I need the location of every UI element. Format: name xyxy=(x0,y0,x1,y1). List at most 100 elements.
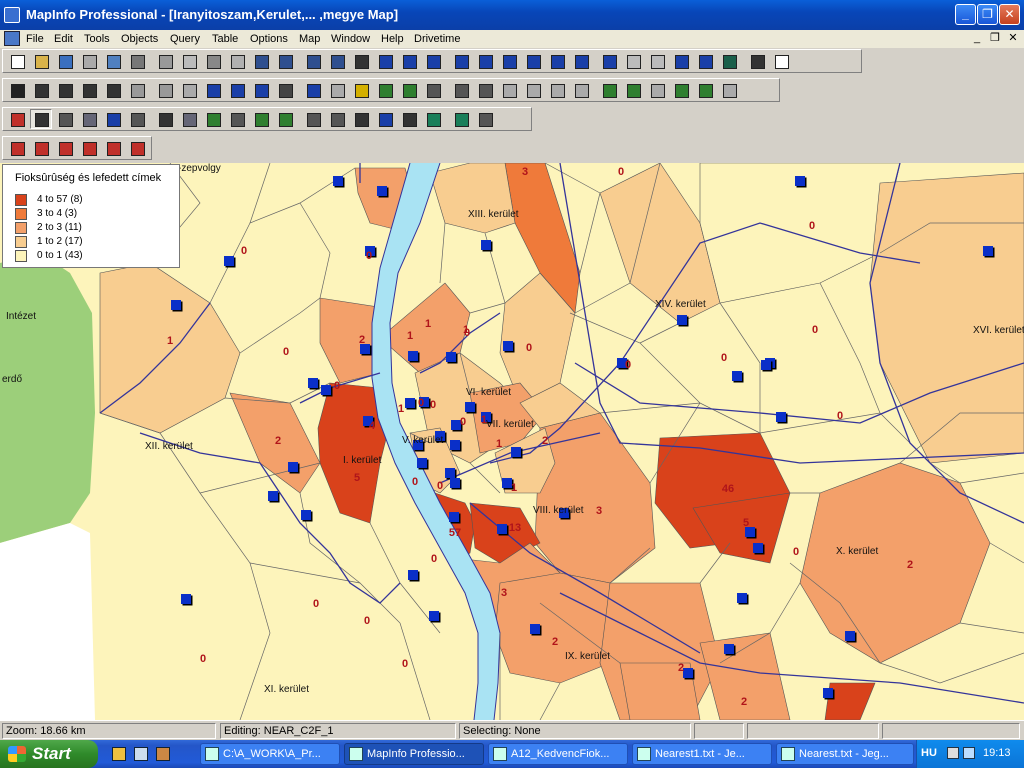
arc-icon[interactable] xyxy=(474,51,496,71)
info-tool-icon[interactable] xyxy=(102,109,124,129)
graph-select-icon[interactable] xyxy=(178,80,200,100)
overlay-icon[interactable] xyxy=(694,80,716,100)
menu-table[interactable]: Table xyxy=(210,31,240,47)
reshape-icon[interactable] xyxy=(646,51,668,71)
menu-edit[interactable]: Edit xyxy=(52,31,75,47)
quicklaunch-explorer-icon[interactable] xyxy=(112,747,126,761)
status-editing[interactable]: Editing: NEAR_C2F_1 xyxy=(220,723,456,739)
menu-options[interactable]: Options xyxy=(248,31,290,47)
new-graph-icon[interactable] xyxy=(326,51,348,71)
cosmetic-icon[interactable] xyxy=(718,80,740,100)
language-indicator[interactable]: HU xyxy=(921,747,937,759)
statistics-icon[interactable] xyxy=(422,80,444,100)
globe-icon[interactable] xyxy=(78,109,100,129)
layer-control-icon[interactable] xyxy=(398,80,420,100)
angle-icon[interactable] xyxy=(398,109,420,129)
line-query-icon[interactable] xyxy=(718,51,740,71)
add-node-icon[interactable] xyxy=(670,51,692,71)
start-button[interactable]: Start xyxy=(0,740,98,768)
rounded-rect-icon[interactable] xyxy=(570,51,592,71)
legend-icon[interactable] xyxy=(450,80,472,100)
mapinfo-app-icon[interactable] xyxy=(4,7,20,23)
north-arrow-icon[interactable] xyxy=(226,109,248,129)
label-icon[interactable] xyxy=(326,80,348,100)
zoom-in-icon[interactable] xyxy=(202,80,224,100)
report-icon[interactable] xyxy=(302,109,324,129)
menu-drivetime[interactable]: Drivetime xyxy=(412,31,462,47)
menu-objects[interactable]: Objects xyxy=(119,31,160,47)
rectangle-icon[interactable] xyxy=(546,51,568,71)
open-workspace-icon[interactable] xyxy=(54,51,76,71)
ruler-icon[interactable] xyxy=(374,80,396,100)
menu-file[interactable]: File xyxy=(24,31,46,47)
drag-window-icon[interactable] xyxy=(350,80,372,100)
paste-icon[interactable] xyxy=(226,51,248,71)
legend[interactable]: Fioksûrûség és lefedett címek 4 to 57 (8… xyxy=(2,164,180,268)
thematic-icon[interactable] xyxy=(474,80,496,100)
volume-icon[interactable] xyxy=(947,747,959,759)
line-style-icon[interactable] xyxy=(422,51,444,71)
drivetime-icon[interactable] xyxy=(274,109,296,129)
mdi-minimize-button[interactable]: _ xyxy=(970,32,984,46)
text-style-icon[interactable] xyxy=(770,51,792,71)
zoom-out-icon[interactable] xyxy=(226,80,248,100)
info-icon[interactable] xyxy=(302,80,324,100)
menu-tools[interactable]: Tools xyxy=(82,31,112,47)
mdi-close-button[interactable]: ✕ xyxy=(1006,32,1020,46)
edit-icon[interactable] xyxy=(126,109,148,129)
maximize-button[interactable]: ❐ xyxy=(977,4,998,25)
mdi-restore-button[interactable]: ❐ xyxy=(988,32,1002,46)
tool-manager-icon[interactable] xyxy=(30,109,52,129)
task-mapinfo[interactable]: MapInfo Professio... xyxy=(344,743,484,765)
quicklaunch-app-icon[interactable] xyxy=(156,747,170,761)
help-icon[interactable] xyxy=(374,51,396,71)
task-nearest1[interactable]: Nearest1.txt - Je... xyxy=(632,743,772,765)
polygon-select-icon[interactable] xyxy=(78,80,100,100)
marquee-select-icon[interactable] xyxy=(30,80,52,100)
close-button[interactable]: ✕ xyxy=(999,4,1020,25)
document-icon[interactable] xyxy=(4,31,20,46)
open-icon[interactable] xyxy=(30,51,52,71)
buffer-icon[interactable] xyxy=(622,80,644,100)
scalebar-icon[interactable] xyxy=(250,109,272,129)
cut-icon[interactable] xyxy=(178,51,200,71)
region-icon[interactable] xyxy=(746,51,768,71)
thematic-6-icon[interactable] xyxy=(126,138,148,158)
task-folder[interactable]: C:\A_WORK\A_Pr... xyxy=(200,743,340,765)
square-icon[interactable] xyxy=(422,109,444,129)
print-icon[interactable] xyxy=(154,51,176,71)
run-tool-icon[interactable] xyxy=(6,109,28,129)
combine-icon[interactable] xyxy=(646,80,668,100)
map-tool-icon[interactable] xyxy=(202,109,224,129)
polygon-icon[interactable] xyxy=(498,51,520,71)
crosshair-icon[interactable] xyxy=(154,109,176,129)
symbol-icon[interactable] xyxy=(694,51,716,71)
pen-icon[interactable] xyxy=(54,109,76,129)
new-icon[interactable] xyxy=(6,51,28,71)
thematic-5-icon[interactable] xyxy=(102,138,124,158)
thematic-3-icon[interactable] xyxy=(54,138,76,158)
boundary-select-icon[interactable] xyxy=(102,80,124,100)
pin-icon[interactable] xyxy=(374,109,396,129)
new-map-icon[interactable] xyxy=(302,51,324,71)
thematic-1-icon[interactable] xyxy=(6,138,28,158)
disaggregate-icon[interactable] xyxy=(670,80,692,100)
quicklaunch-document-icon[interactable] xyxy=(134,747,148,761)
grabber-icon[interactable] xyxy=(274,80,296,100)
menu-window[interactable]: Window xyxy=(329,31,372,47)
save-icon[interactable] xyxy=(78,51,100,71)
browser-icon[interactable] xyxy=(522,80,544,100)
unselect-icon[interactable] xyxy=(126,80,148,100)
frame-icon[interactable] xyxy=(326,109,348,129)
split-icon[interactable] xyxy=(570,80,592,100)
frame-icon[interactable] xyxy=(622,51,644,71)
text-icon[interactable] xyxy=(598,51,620,71)
undo-icon[interactable] xyxy=(250,51,272,71)
thematic-2-icon[interactable] xyxy=(30,138,52,158)
save-workspace-icon[interactable] xyxy=(102,51,124,71)
erase-icon[interactable] xyxy=(598,80,620,100)
network-icon[interactable] xyxy=(963,747,975,759)
thematic-4-icon[interactable] xyxy=(78,138,100,158)
change-view-icon[interactable] xyxy=(250,80,272,100)
calc-icon[interactable] xyxy=(546,80,568,100)
